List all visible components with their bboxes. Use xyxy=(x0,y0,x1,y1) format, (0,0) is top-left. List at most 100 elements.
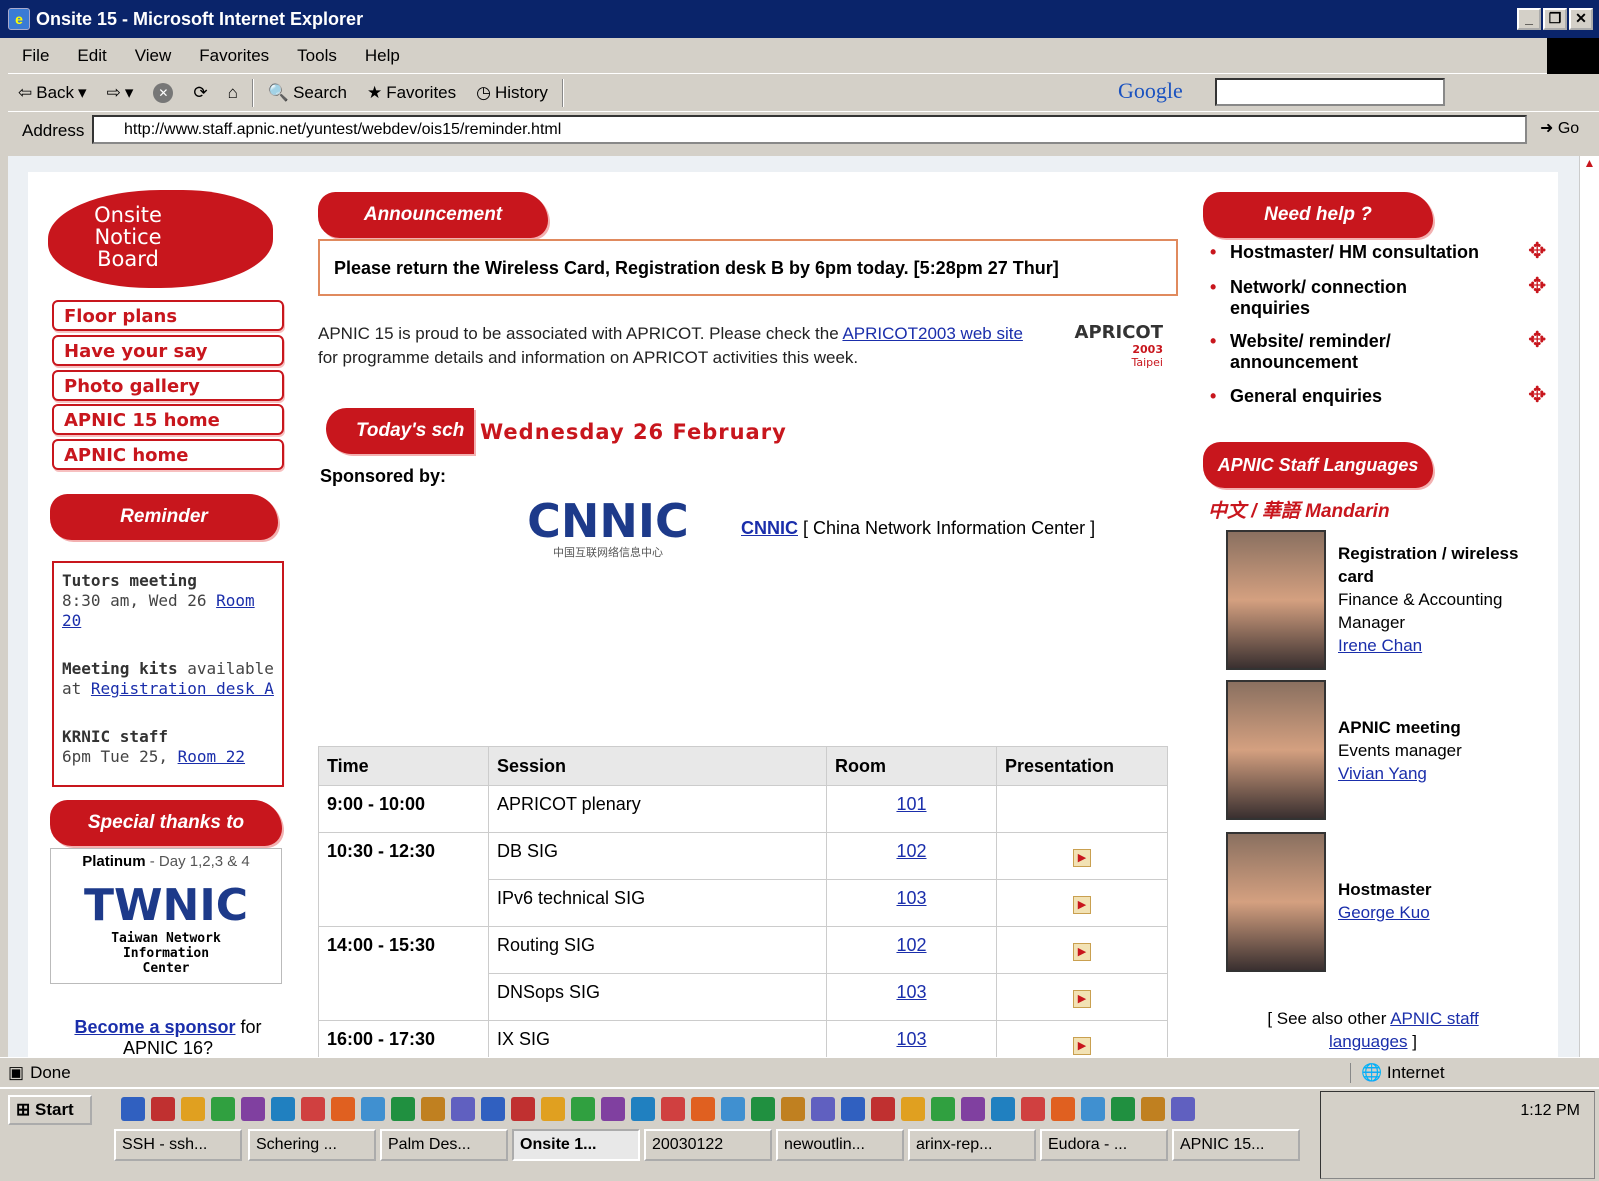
history-button[interactable]: ◷ History xyxy=(466,83,558,103)
quick-launch-icon[interactable] xyxy=(901,1097,925,1121)
quick-launch-icon[interactable] xyxy=(541,1097,565,1121)
apricot-logo[interactable]: APRICOT 2003 Taipei xyxy=(1048,322,1163,384)
cnnic-link[interactable]: CNNIC xyxy=(741,518,798,538)
menu-help[interactable]: Help xyxy=(351,46,414,66)
quick-launch-icon[interactable] xyxy=(481,1097,505,1121)
quick-launch-icon[interactable] xyxy=(151,1097,175,1121)
presentation-icon[interactable]: ▶ xyxy=(1073,1037,1091,1055)
nav-floor-plans[interactable]: Floor plans xyxy=(52,300,284,331)
close-button[interactable]: ✕ xyxy=(1569,8,1593,30)
cnnic-logo[interactable]: CNNIC 中国互联网络信息中心 xyxy=(523,498,693,560)
taskbar-button[interactable]: SSH - ssh... xyxy=(114,1129,242,1161)
room-link[interactable]: 103 xyxy=(896,888,926,908)
help-item-website[interactable]: Website/ reminder/ announcement xyxy=(1210,331,1430,373)
room-link[interactable]: 102 xyxy=(896,841,926,861)
menu-file[interactable]: File xyxy=(8,46,63,66)
move-cross-icon[interactable]: ✥ xyxy=(1528,273,1546,299)
quick-launch-icon[interactable] xyxy=(1021,1097,1045,1121)
quick-launch-icon[interactable] xyxy=(631,1097,655,1121)
quick-launch-icon[interactable] xyxy=(571,1097,595,1121)
google-search-input[interactable] xyxy=(1215,78,1445,106)
scroll-up-icon[interactable]: ▲ xyxy=(1580,156,1599,170)
nav-photo-gallery[interactable]: Photo gallery xyxy=(52,370,284,401)
quick-launch-icon[interactable] xyxy=(871,1097,895,1121)
taskbar-button[interactable]: Onsite 1... xyxy=(512,1129,640,1161)
address-input[interactable]: http://www.staff.apnic.net/yuntest/webde… xyxy=(92,115,1527,144)
quick-launch-icon[interactable] xyxy=(211,1097,235,1121)
staff-link[interactable]: Vivian Yang xyxy=(1338,764,1427,783)
room-link[interactable]: 103 xyxy=(896,1029,926,1049)
room-link[interactable]: 103 xyxy=(896,982,926,1002)
presentation-icon[interactable]: ▶ xyxy=(1073,990,1091,1008)
taskbar-button[interactable]: arinx-rep... xyxy=(908,1129,1036,1161)
quick-launch-icon[interactable] xyxy=(1081,1097,1105,1121)
quick-launch-icon[interactable] xyxy=(361,1097,385,1121)
vertical-scrollbar[interactable]: ▲ xyxy=(1579,156,1599,1072)
quick-launch-icon[interactable] xyxy=(721,1097,745,1121)
quick-launch-icon[interactable] xyxy=(781,1097,805,1121)
quick-launch-icon[interactable] xyxy=(601,1097,625,1121)
quick-launch-icon[interactable] xyxy=(1111,1097,1135,1121)
presentation-icon[interactable]: ▶ xyxy=(1073,896,1091,914)
taskbar-button[interactable]: Palm Des... xyxy=(380,1129,508,1161)
twnic-logo[interactable]: TWNIC xyxy=(51,880,281,931)
room-link[interactable]: 101 xyxy=(896,794,926,814)
quick-launch-icon[interactable] xyxy=(391,1097,415,1121)
quick-launch-icon[interactable] xyxy=(961,1097,985,1121)
start-button[interactable]: ⊞ Start xyxy=(8,1095,92,1125)
become-sponsor-link[interactable]: Become a sponsor xyxy=(74,1017,235,1037)
stop-button[interactable]: ✕ xyxy=(143,82,183,103)
staff-link[interactable]: George Kuo xyxy=(1338,903,1430,922)
nav-apnic-home[interactable]: APNIC home xyxy=(52,439,284,470)
search-button[interactable]: 🔍 Search xyxy=(258,83,357,103)
nav-apnic15-home[interactable]: APNIC 15 home xyxy=(52,404,284,435)
maximize-button[interactable]: ❐ xyxy=(1543,8,1567,30)
help-item-general[interactable]: General enquiries xyxy=(1210,386,1520,407)
menu-favorites[interactable]: Favorites xyxy=(185,46,283,66)
forward-button[interactable]: ⇨ ▾ xyxy=(97,83,144,103)
move-cross-icon[interactable]: ✥ xyxy=(1528,238,1546,264)
help-item-hostmaster[interactable]: Hostmaster/ HM consultation xyxy=(1210,242,1520,263)
quick-launch-icon[interactable] xyxy=(451,1097,475,1121)
quick-launch-icon[interactable] xyxy=(661,1097,685,1121)
taskbar-button[interactable]: Schering ... xyxy=(248,1129,376,1161)
taskbar-button[interactable]: APNIC 15... xyxy=(1172,1129,1300,1161)
quick-launch-icon[interactable] xyxy=(691,1097,715,1121)
favorites-button[interactable]: ★ Favorites xyxy=(357,83,466,103)
quick-launch-icon[interactable] xyxy=(751,1097,775,1121)
home-button[interactable]: ⌂ xyxy=(218,83,248,103)
quick-launch-icon[interactable] xyxy=(301,1097,325,1121)
taskbar-button[interactable]: Eudora - ... xyxy=(1040,1129,1168,1161)
reminder-link[interactable]: Room 22 xyxy=(178,747,245,766)
help-item-network[interactable]: Network/ connection enquiries xyxy=(1210,277,1440,319)
quick-launch-icon[interactable] xyxy=(991,1097,1015,1121)
quick-launch-icon[interactable] xyxy=(121,1097,145,1121)
presentation-icon[interactable]: ▶ xyxy=(1073,943,1091,961)
back-button[interactable]: ⇦ Back ▾ xyxy=(8,83,97,103)
quick-launch-icon[interactable] xyxy=(841,1097,865,1121)
quick-launch-icon[interactable] xyxy=(1051,1097,1075,1121)
taskbar-button[interactable]: newoutlin... xyxy=(776,1129,904,1161)
minimize-button[interactable]: _ xyxy=(1517,8,1541,30)
staff-link[interactable]: Irene Chan xyxy=(1338,636,1422,655)
quick-launch-icon[interactable] xyxy=(1171,1097,1195,1121)
quick-launch-icon[interactable] xyxy=(271,1097,295,1121)
go-button[interactable]: ➜ Go xyxy=(1540,118,1579,138)
quick-launch-icon[interactable] xyxy=(331,1097,355,1121)
refresh-button[interactable]: ⟳ xyxy=(183,83,217,103)
menu-tools[interactable]: Tools xyxy=(283,46,351,66)
taskbar-button[interactable]: 20030122 xyxy=(644,1129,772,1161)
reminder-link[interactable]: Registration desk A xyxy=(91,679,274,698)
quick-launch-icon[interactable] xyxy=(241,1097,265,1121)
site-logo[interactable]: Onsite Notice Board xyxy=(48,190,273,288)
quick-launch-icon[interactable] xyxy=(811,1097,835,1121)
apricot-link[interactable]: APRICOT2003 web site xyxy=(842,324,1022,343)
quick-launch-icon[interactable] xyxy=(931,1097,955,1121)
room-link[interactable]: 102 xyxy=(896,935,926,955)
google-toolbar-label[interactable]: Google xyxy=(1118,78,1183,104)
nav-have-your-say[interactable]: Have your say xyxy=(52,335,284,366)
move-cross-icon[interactable]: ✥ xyxy=(1528,382,1546,408)
quick-launch-icon[interactable] xyxy=(181,1097,205,1121)
move-cross-icon[interactable]: ✥ xyxy=(1528,327,1546,353)
quick-launch-icon[interactable] xyxy=(421,1097,445,1121)
